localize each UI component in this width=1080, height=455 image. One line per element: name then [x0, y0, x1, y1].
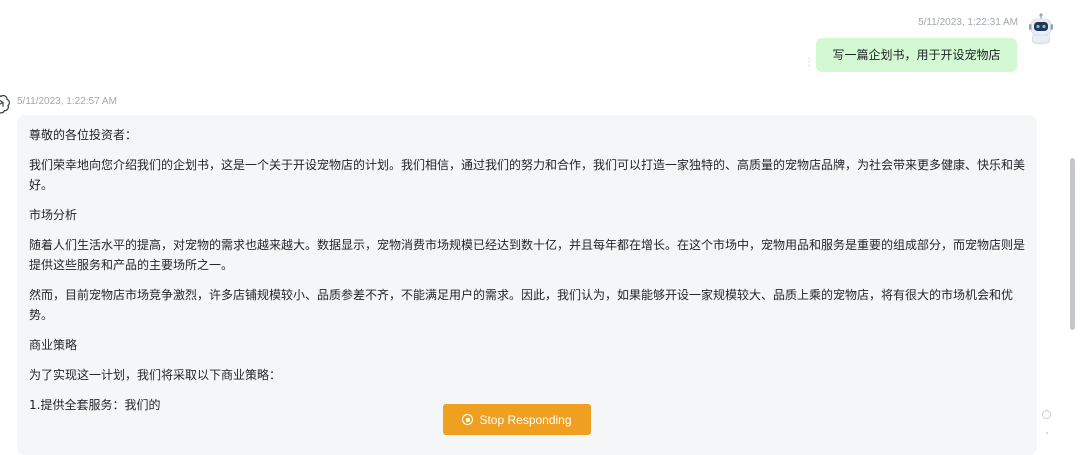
vertical-dots-icon[interactable]: ⋮ [804, 58, 814, 68]
message-paragraph: 为了实现这一计划，我们将采取以下商业策略： [29, 368, 282, 382]
message-paragraph: 尊敬的各位投资者： [29, 128, 138, 142]
user-message-bubble: 写一篇企划书，用于开设宠物店 [816, 38, 1017, 72]
stop-circle-icon [462, 414, 474, 425]
stop-responding-button[interactable]: Stop Responding [443, 404, 591, 435]
section-heading: 市场分析 [29, 208, 78, 222]
message-paragraph: 随着人们生活水平的提高，对宠物的需求也越来越大。数据显示，宠物消费市场规模已经达… [29, 238, 1026, 272]
bot-message-timestamp: 5/11/2023, 1:22:57 AM [17, 96, 117, 107]
message-paragraph: 我们荣幸地向您介绍我们的企划书，这是一个关于开设宠物店的计划。我们相信，通过我们… [29, 158, 1026, 192]
stop-responding-label: Stop Responding [479, 412, 572, 427]
dot-icon [1046, 432, 1048, 434]
robot-avatar-icon[interactable] [1027, 13, 1055, 45]
section-heading: 商业策略 [29, 338, 78, 352]
scrollbar-thumb[interactable] [1070, 158, 1075, 330]
openai-logo-icon [0, 94, 11, 114]
user-message-timestamp: 5/11/2023, 1:22:31 AM [918, 17, 1018, 28]
circle-icon[interactable] [1042, 410, 1051, 419]
message-paragraph: 然而，目前宠物店市场竞争激烈，许多店铺规模较小、品质参差不齐，不能满足用户的需求… [29, 288, 1014, 322]
